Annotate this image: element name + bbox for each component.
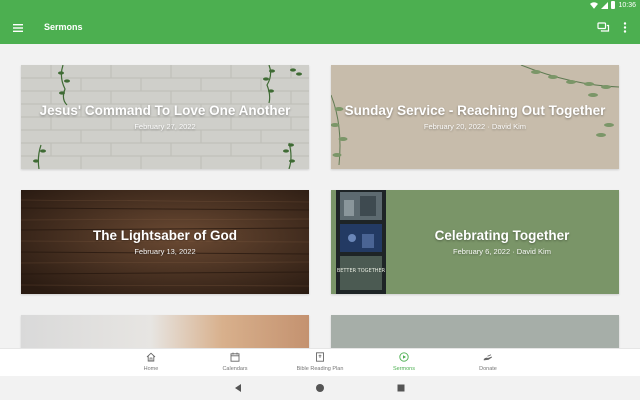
sermon-grid: Jesus' Command To Love One Another Febru… bbox=[0, 44, 640, 348]
status-time: 10:36 bbox=[618, 1, 636, 9]
nav-label: Calendars bbox=[222, 366, 248, 372]
nav-item-donate[interactable]: Donate bbox=[443, 352, 533, 372]
nav-item-home[interactable]: Home bbox=[106, 352, 196, 372]
sermon-card[interactable]: Jesus' Command To Love One Another Febru… bbox=[21, 65, 309, 169]
calendar-icon bbox=[230, 352, 240, 362]
donate-icon bbox=[483, 354, 493, 361]
photo-strip-image: BETTER TOGETHER bbox=[336, 190, 386, 294]
bottom-navigation: Home Calendars Bible Reading Plan Sermon… bbox=[0, 348, 640, 376]
sermon-card[interactable]: BETTER TOGETHER Celebrating Together Feb… bbox=[331, 190, 619, 294]
sermon-card-text: Jesus' Command To Love One Another Febru… bbox=[21, 65, 309, 169]
sermon-card[interactable]: Sunday Service - Reaching Out Together F… bbox=[331, 65, 619, 169]
nav-label: Bible Reading Plan bbox=[296, 366, 344, 372]
nav-item-calendars[interactable]: Calendars bbox=[190, 352, 280, 372]
home-button-icon[interactable] bbox=[315, 383, 325, 393]
more-vert-icon[interactable] bbox=[620, 21, 630, 34]
signal-icon bbox=[601, 1, 609, 9]
sermon-card-text: Sunday Service - Reaching Out Together F… bbox=[331, 65, 619, 169]
chat-icon[interactable] bbox=[597, 21, 610, 34]
battery-icon bbox=[611, 1, 616, 9]
sermon-thumbnail-image bbox=[21, 315, 309, 348]
sermon-card-text: Celebrating Together February 6, 2022 · … bbox=[385, 190, 619, 294]
photo-strip-caption: BETTER TOGETHER bbox=[337, 268, 386, 274]
sermon-card[interactable] bbox=[21, 315, 309, 348]
sermon-title: Sunday Service - Reaching Out Together bbox=[344, 103, 606, 118]
back-icon[interactable] bbox=[233, 383, 243, 393]
book-icon bbox=[316, 352, 324, 362]
sermon-title: Celebrating Together bbox=[434, 228, 570, 243]
status-bar: 10:36 bbox=[0, 0, 640, 12]
system-navigation bbox=[0, 376, 640, 400]
sermon-date: February 13, 2022 bbox=[134, 247, 196, 256]
page-title: Sermons bbox=[44, 22, 83, 32]
nav-label: Donate bbox=[479, 366, 497, 372]
nav-label: Home bbox=[143, 366, 159, 372]
sermons-icon bbox=[399, 352, 409, 362]
app-bar: Sermons bbox=[0, 12, 640, 44]
recents-icon[interactable] bbox=[396, 383, 406, 393]
nav-label: Sermons bbox=[392, 366, 415, 372]
sermon-thumbnail-image bbox=[331, 315, 619, 348]
sermon-title: Jesus' Command To Love One Another bbox=[39, 103, 291, 118]
menu-icon[interactable] bbox=[12, 22, 24, 34]
nav-item-bible-reading-plan[interactable]: Bible Reading Plan bbox=[275, 352, 365, 372]
sermon-card[interactable]: The Lightsaber of God February 13, 2022 bbox=[21, 190, 309, 294]
sermon-date: February 6, 2022 · David Kim bbox=[453, 247, 551, 256]
wifi-icon bbox=[590, 1, 599, 9]
home-icon bbox=[146, 352, 156, 362]
sermon-date: February 20, 2022 · David Kim bbox=[423, 122, 527, 131]
sermon-date: February 27, 2022 bbox=[134, 122, 196, 131]
sermon-title: The Lightsaber of God bbox=[93, 228, 237, 243]
nav-item-sermons[interactable]: Sermons bbox=[359, 352, 449, 372]
status-icons: 10:36 bbox=[590, 1, 636, 9]
sermon-card[interactable] bbox=[331, 315, 619, 348]
sermon-card-text: The Lightsaber of God February 13, 2022 bbox=[21, 190, 309, 294]
